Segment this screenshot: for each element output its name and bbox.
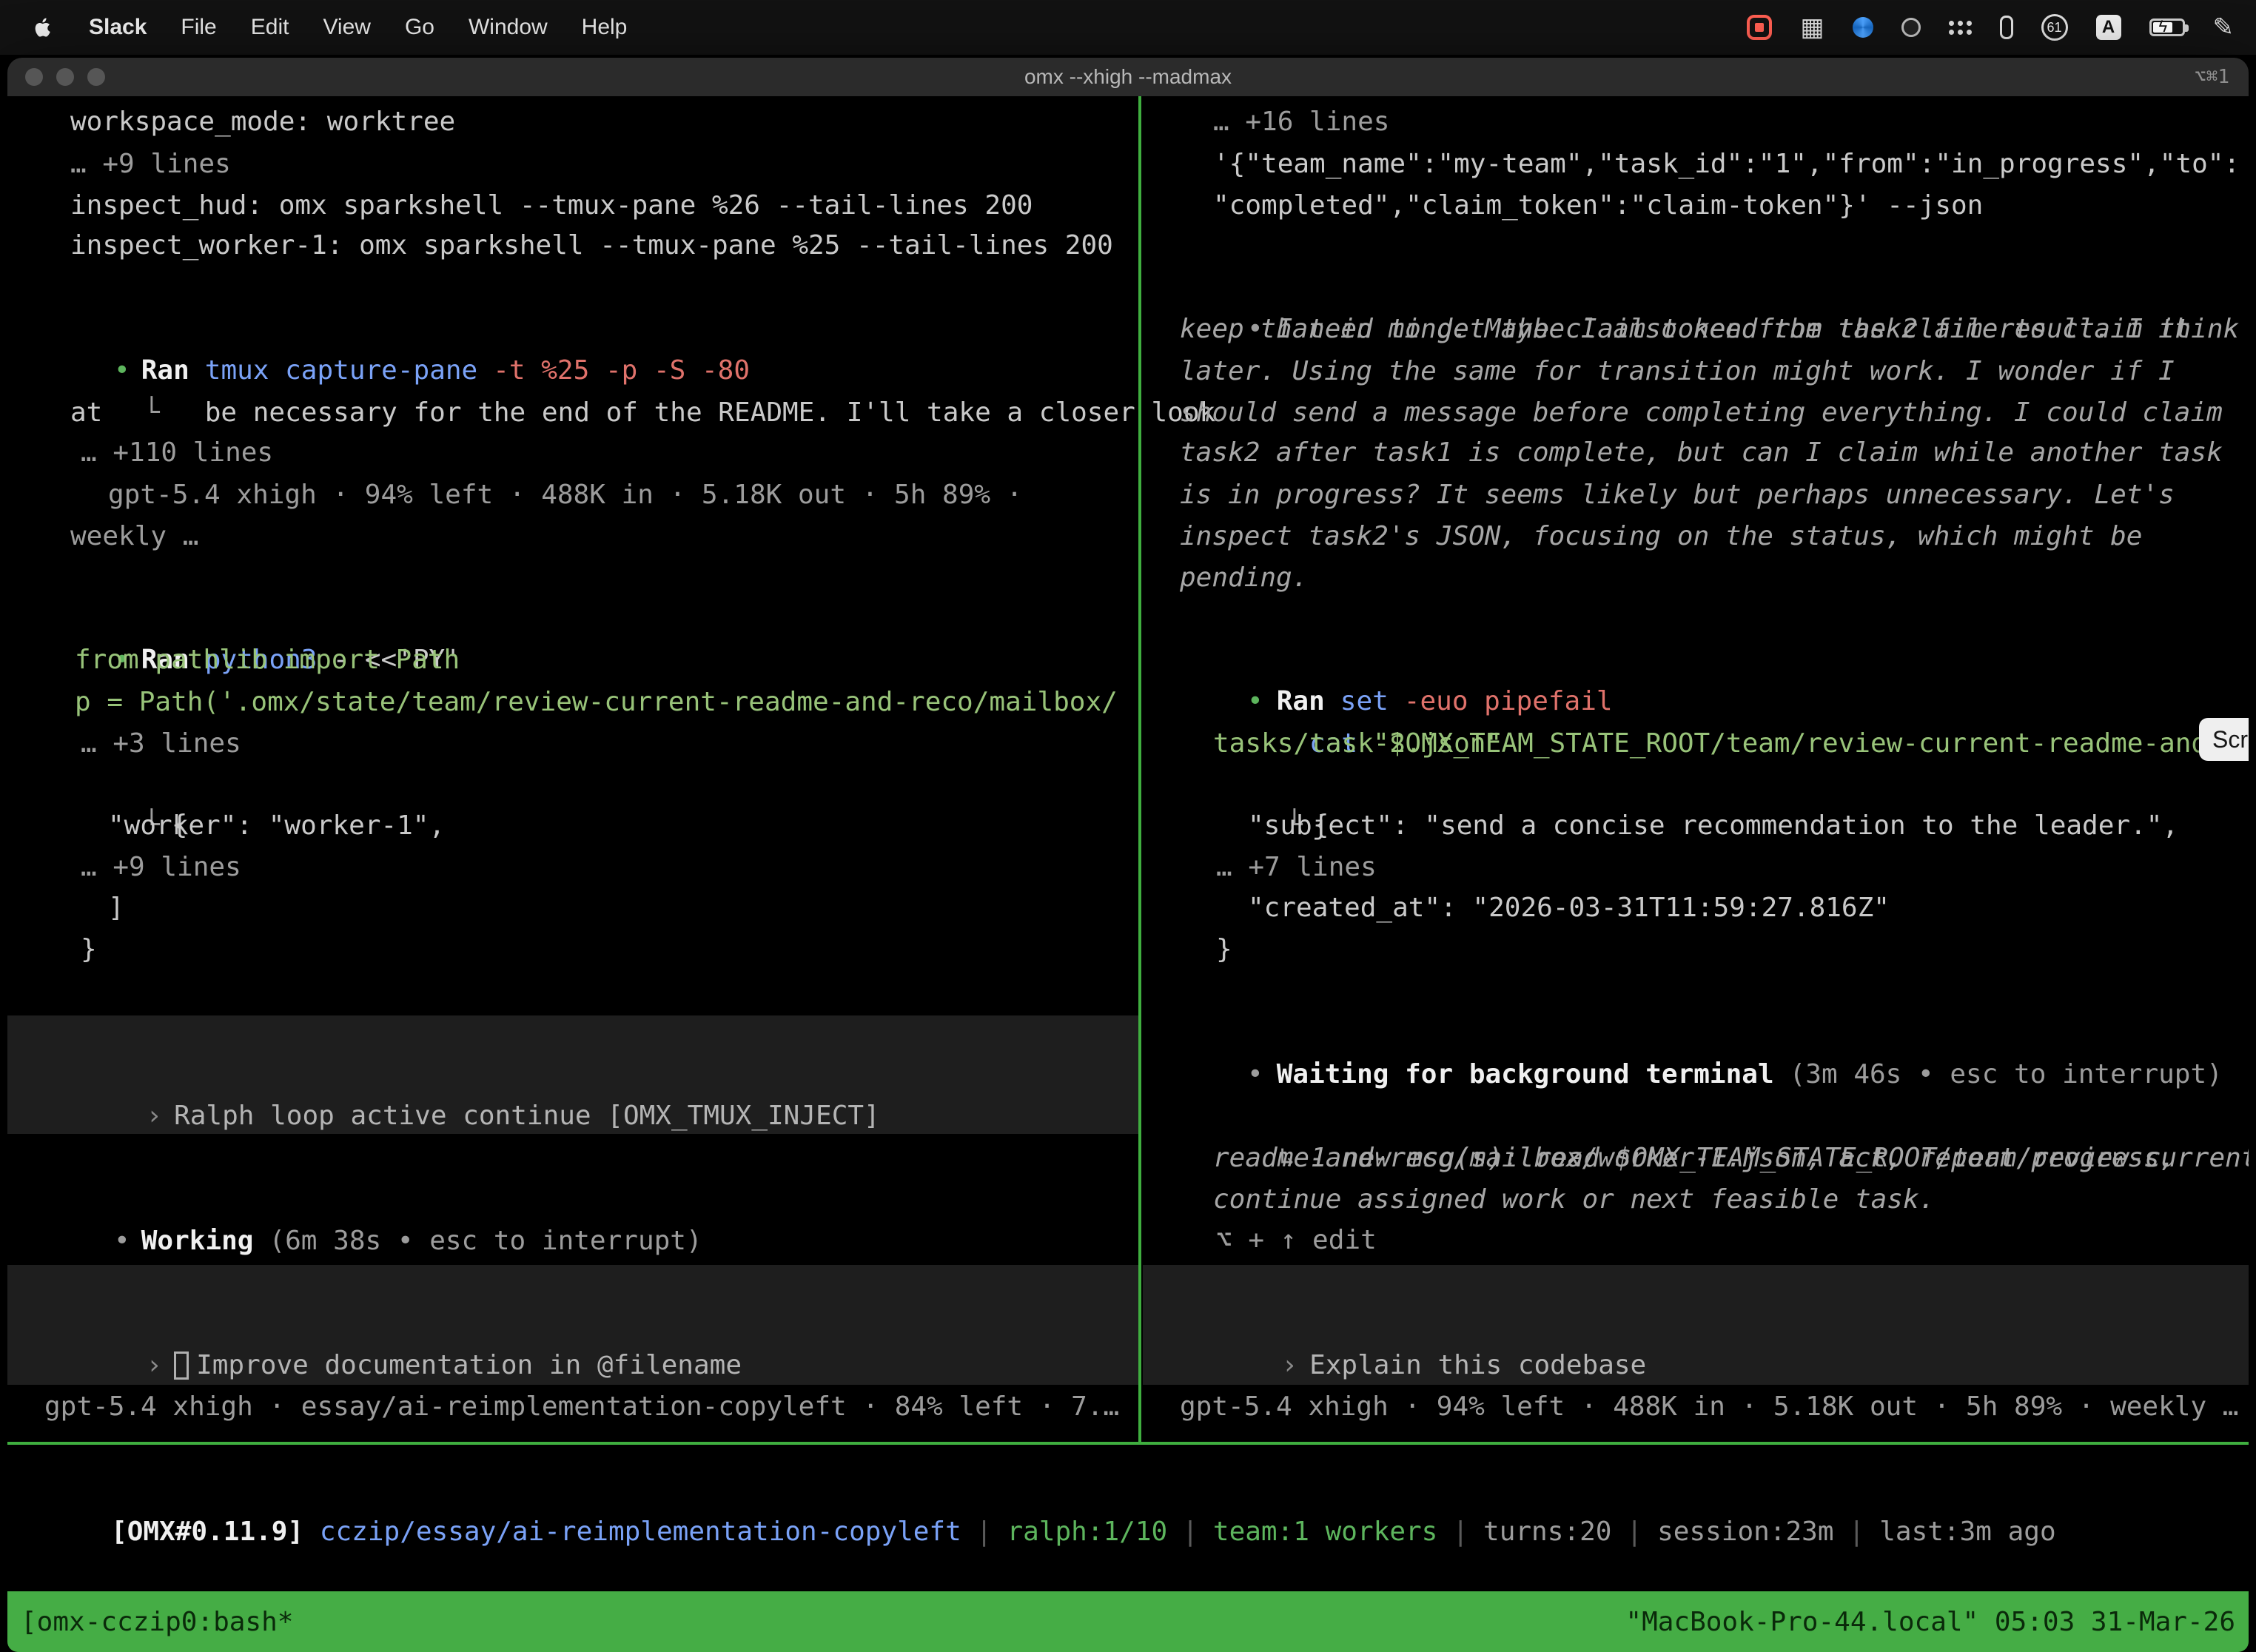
dots-grid-icon[interactable] (1949, 21, 1972, 35)
tmux-status-bar: [omx-cczip0:bash* "MacBook-Pro-44.local"… (7, 1591, 2249, 1652)
usage-line: gpt-5.4 xhigh · 94% left · 488K in · 5.1… (108, 474, 1022, 516)
menu-app-name[interactable]: Slack (89, 15, 147, 40)
session-time: session:23m (1657, 1517, 1833, 1547)
dark-circle-icon[interactable] (1901, 18, 1921, 37)
command-output-line: at (70, 392, 102, 434)
usage-footer: gpt-5.4 xhigh · essay/ai-reimplementatio… (44, 1386, 1119, 1428)
pane-divider-horizontal (7, 1442, 2249, 1445)
code-line: from pathlib import Path (75, 639, 460, 681)
config-line: inspect_hud: omx sparkshell --tmux-pane … (70, 185, 1033, 226)
pencil-icon[interactable]: ✎ (2213, 13, 2235, 42)
prompt-chevron-icon: › (146, 1350, 162, 1380)
menu-item-file[interactable]: File (181, 15, 216, 40)
menu-item-view[interactable]: View (323, 15, 370, 40)
prompt-chevron-icon: › (1281, 1350, 1297, 1380)
bullet-icon: • (114, 1226, 130, 1256)
prompt-chevron-icon: › (146, 1101, 162, 1131)
reasoning-line: keep that in mind. Maybe I also need the… (1180, 309, 2190, 350)
battery-bolt-icon: ϟ (2159, 17, 2168, 36)
grid-table-icon[interactable]: ▦ (1800, 13, 1824, 42)
tmux-session-label: [omx-cczip0:bash* (21, 1607, 293, 1637)
text-cursor (174, 1352, 189, 1380)
command-output-line: "worker": "worker-1", (108, 805, 445, 847)
usage-footer: gpt-5.4 xhigh · 94% left · 488K in · 5.1… (1180, 1386, 2238, 1428)
collapsed-lines: … +7 lines (1216, 847, 1377, 888)
command-arg-line: "completed","claim_token":"claim-token"}… (1213, 185, 1983, 226)
window-title: omx --xhigh --madmax (1024, 65, 1232, 89)
team-workers: team:1 workers (1213, 1517, 1437, 1547)
prompt-suggestion-band: ›Ralph loop active continue [OMX_TMUX_IN… (7, 1015, 1138, 1134)
badge-61-icon[interactable]: 61 (2041, 14, 2068, 41)
collapsed-lines: … +9 lines (81, 847, 241, 888)
menu-item-edit[interactable]: Edit (251, 15, 289, 40)
menu-item-help[interactable]: Help (582, 15, 628, 40)
zoom-button[interactable] (87, 68, 105, 86)
reasoning-line: is in progress? It seems likely but perh… (1180, 474, 2175, 516)
config-line: inspect_worker-1: omx sparkshell --tmux-… (70, 225, 1113, 266)
prompt-suggestion-band: ›Explain this codebase (1143, 1265, 2249, 1385)
terminal-window: omx --xhigh --madmax ⌥⌘1 workspace_mode:… (7, 58, 2249, 1652)
reasoning-line: inspect task2's JSON, focusing on the st… (1180, 516, 2142, 557)
command-output-line: } (81, 929, 97, 970)
screen-record-stop-icon[interactable] (1747, 15, 1772, 40)
input-source-icon[interactable]: A (2096, 15, 2121, 40)
reasoning-line: should send a message before completing … (1180, 392, 2223, 434)
config-line: workspace_mode: worktree (70, 101, 455, 143)
output-gutter-icon: └ (144, 397, 160, 428)
mailbox-message-line: continue assigned work or next feasible … (1213, 1179, 1935, 1220)
mailbox-message-line: readme-and-reco/mailbox/worker-1.json, a… (1213, 1138, 2175, 1179)
edit-hint: ⌥ + ↑ edit (1216, 1220, 1377, 1261)
close-button[interactable] (25, 68, 43, 86)
command-output-line: } (1216, 929, 1232, 970)
turns-counter: turns:20 (1483, 1517, 1611, 1547)
device-pill-icon[interactable] (2000, 16, 2013, 39)
collapsed-lines: … +110 lines (81, 432, 273, 474)
minimize-button[interactable] (56, 68, 74, 86)
omx-status-line: [OMX#0.11.9] cczip/essay/ai-reimplementa… (15, 1470, 2056, 1594)
prompt-input-band[interactable]: ›Improve documentation in @filename (7, 1265, 1138, 1385)
menu-item-go[interactable]: Go (405, 15, 434, 40)
command-output-line: "subject": "send a concise recommendatio… (1248, 805, 2178, 847)
command-arg-line: '{"team_name":"my-team","task_id":"1","f… (1213, 144, 2240, 185)
command-output-line: ] (108, 887, 124, 929)
tmux-host-clock: "MacBook-Pro-44.local" 05:03 31-Mar-26 (1625, 1607, 2235, 1637)
code-line: p = Path('.omx/state/team/review-current… (75, 682, 1118, 723)
screen-capture-pill[interactable]: Scre (2199, 718, 2249, 761)
window-shortcut: ⌥⌘1 (2195, 66, 2229, 88)
collapsed-lines: … +9 lines (70, 144, 231, 185)
collapsed-lines: … +16 lines (1213, 101, 1389, 143)
collapsed-lines: … +3 lines (81, 723, 241, 765)
pane-divider-vertical[interactable] (1138, 96, 1141, 1442)
code-line: tasks/task-2.json" (1213, 723, 1502, 765)
reasoning-line: task2 after task1 is complete, but can I… (1180, 432, 2223, 474)
apple-menu-icon[interactable] (31, 16, 55, 39)
last-activity: last:3m ago (1879, 1517, 2055, 1547)
window-title-bar: omx --xhigh --madmax ⌥⌘1 (7, 58, 2249, 96)
macos-menu-bar: Slack File Edit View Go Window Help ▦ 61… (0, 0, 2256, 55)
bullet-icon: • (1247, 1059, 1263, 1089)
reasoning-line: pending. (1180, 557, 1308, 599)
omx-version: [OMX#0.11.9] (111, 1517, 303, 1547)
terminal-content: workspace_mode: worktree … +9 lines insp… (7, 96, 2249, 1652)
command-output-line: "created_at": "2026-03-31T11:59:27.816Z" (1248, 887, 1890, 929)
battery-icon[interactable]: ϟ (2149, 19, 2185, 36)
reasoning-line: later. Using the same for transition mig… (1180, 351, 2175, 392)
usage-line: weekly … (70, 516, 198, 557)
menu-item-window[interactable]: Window (469, 15, 548, 40)
repo-path: cczip/essay/ai-reimplementation-copyleft (320, 1517, 961, 1547)
ralph-counter: ralph:1/10 (1007, 1517, 1167, 1547)
blue-app-icon[interactable] (1853, 17, 1873, 38)
